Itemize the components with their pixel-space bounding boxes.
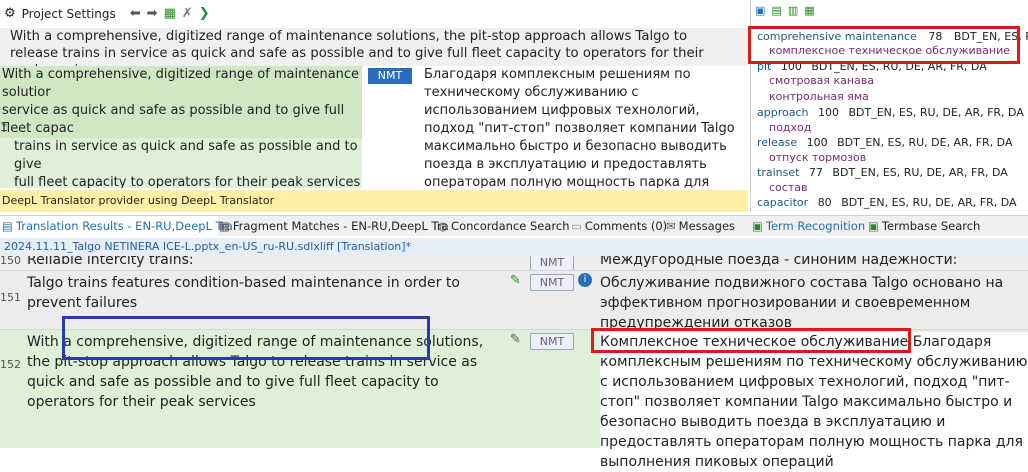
match-target[interactable]: Благодаря комплексным решениям по технич… <box>414 66 748 188</box>
segment-number: 150 <box>0 256 21 267</box>
document-tab[interactable]: 2024.11.11_Talgo NETINERA ICE-L.pptx_en-… <box>4 240 411 253</box>
source-segment-text: With a comprehensive, digitized range of… <box>0 28 748 78</box>
tools-icon[interactable]: ✗ <box>182 6 193 22</box>
term-source: release <box>757 136 798 149</box>
term-translation: контрольная яма <box>769 90 869 103</box>
segment-source: Reliable intercity trains: <box>27 256 194 268</box>
chevron-right-icon[interactable]: ❯ <box>199 6 210 22</box>
table-row[interactable]: 150 Reliable intercity trains: NMT Между… <box>0 256 1028 270</box>
term-langs: BDT_EN, ES, RU, DE, AR, FR, DA <box>848 106 1024 119</box>
match-source-line: trains in service as quick and safe as p… <box>14 139 358 172</box>
term-source: trainset <box>757 166 800 179</box>
term-toolbar: ▣ ▤ ▥ ▦ <box>751 0 1028 22</box>
term-translation: состав <box>769 181 808 194</box>
termbase-icon[interactable]: ▣ <box>755 3 765 19</box>
document-tab-bar: 2024.11.11_Talgo NETINERA ICE-L.pptx_en-… <box>0 238 1028 256</box>
term-langs: BDT_EN, ES, RU, DE, AR, FR, DA <box>837 136 1013 149</box>
tab-label: Fragment Matches - EN-RU,DeepL Tra <box>232 219 449 233</box>
term-entry[interactable]: trainset 77 BDT_EN, ES, RU, DE, AR, FR, … <box>757 166 1008 179</box>
term-source: approach <box>757 106 809 119</box>
tab-comments[interactable]: ▭ Comments (0) <box>571 216 667 236</box>
tab-fragment-matches[interactable]: ▦ Fragment Matches - EN-RU,DeepL Tra <box>219 216 449 236</box>
tab-label: Messages <box>678 219 736 233</box>
add-term-icon[interactable]: ▤ <box>771 3 781 19</box>
fragment-icon: ▦ <box>219 219 230 233</box>
annotation-red-box <box>748 26 1020 64</box>
term-score: 77 <box>808 166 823 179</box>
concordance-icon: ◍ <box>438 219 449 233</box>
segment-target: Благодаря комплексным решениям по технич… <box>600 334 1028 470</box>
match-source-line: full fleet capacity to operators for the… <box>14 175 361 188</box>
term-entry[interactable]: capacitor 80 BDT_EN, ES, RU, DE, AR, FR,… <box>757 196 1017 209</box>
forward-arrow-icon[interactable]: ➡ <box>147 6 158 22</box>
back-arrow-icon[interactable]: ⬅ <box>130 6 141 22</box>
translation-results-icon: ▤ <box>2 219 13 233</box>
nmt-badge: NMT <box>368 68 412 84</box>
term-entry[interactable]: release 100 BDT_EN, ES, RU, DE, AR, FR, … <box>757 136 1013 149</box>
confirmed-edit-icon: ✎ <box>510 273 521 288</box>
tab-label: Comments (0) <box>584 219 668 233</box>
tab-label: Term Recognition <box>765 219 866 233</box>
term-score: 80 <box>817 196 832 209</box>
project-settings-label[interactable]: Project Settings <box>22 7 116 21</box>
term-recognition-icon: ▣ <box>752 219 763 233</box>
match-source-line: service as quick and safe as possible an… <box>0 102 362 138</box>
segment-number: 151 <box>0 291 21 304</box>
term-entry[interactable]: approach 100 BDT_EN, ES, RU, DE, AR, FR,… <box>757 106 1024 119</box>
nmt-status-badge: NMT <box>530 333 574 350</box>
term-translation: смотровая канава <box>769 74 875 87</box>
segment-number: 152 <box>0 358 21 371</box>
term-langs: BDT_EN, ES, RU, DE, AR, FR, DA <box>832 166 1008 179</box>
term-translation: отпуск тормозов <box>769 151 867 164</box>
info-icon[interactable]: i <box>578 273 592 287</box>
tab-concordance-search[interactable]: ◍ Concordance Search <box>438 216 569 236</box>
tab-label: Concordance Search <box>451 219 570 233</box>
segment-target[interactable]: Обслуживание подвижного состава Talgo ос… <box>600 273 1028 333</box>
tab-translation-results[interactable]: ▤ Translation Results - EN-RU,DeepL Tra <box>0 216 233 236</box>
match-source: With a comprehensive, digitized range of… <box>0 66 362 188</box>
annotation-blue-box <box>62 316 430 360</box>
term-langs: BDT_EN, ES, RU, DE, AR, FR, DA <box>841 196 1017 209</box>
edit-icon: ✎ <box>510 332 521 347</box>
segment-target[interactable]: Междугородные поезда - синоним надежност… <box>600 256 1028 270</box>
segment-source: Talgo trains features condition-based ma… <box>27 275 460 311</box>
provider-label: DeepL Translator provider using DeepL Tr… <box>0 190 748 212</box>
tab-messages[interactable]: ✉ Messages <box>666 216 735 236</box>
messages-icon: ✉ <box>666 219 676 233</box>
tab-termbase-search[interactable]: ▣ Termbase Search <box>868 216 980 236</box>
term-translation: подход <box>769 121 812 134</box>
tab-term-recognition[interactable]: ▣ Term Recognition <box>752 216 865 236</box>
refresh-term-icon[interactable]: ▦ <box>804 3 814 19</box>
settings-icon[interactable]: ⚙ <box>4 6 16 22</box>
termbase-search-icon: ▣ <box>868 219 879 233</box>
term-source: capacitor <box>757 196 809 209</box>
panel-tabs: ▤ Translation Results - EN-RU,DeepL Tra … <box>0 215 1028 236</box>
match-source-line: With a comprehensive, digitized range of… <box>0 66 362 102</box>
comment-icon: ▭ <box>571 219 582 233</box>
edit-term-icon[interactable]: ▥ <box>788 3 798 19</box>
tab-label: Translation Results - EN-RU,DeepL Tra <box>15 219 233 233</box>
tab-label: Termbase Search <box>881 219 981 233</box>
results-toolbar: ⚙ Project Settings ⬅ ➡ ▦ ✗ ❯ <box>0 0 748 29</box>
term-score: 100 <box>817 106 839 119</box>
table-icon[interactable]: ▦ <box>164 6 176 22</box>
term-score: 100 <box>806 136 828 149</box>
nmt-status-badge: NMT <box>530 274 574 291</box>
match-row-number: 1 <box>0 120 8 134</box>
annotation-red-box <box>591 328 911 353</box>
nmt-status-badge: NMT <box>530 256 574 270</box>
